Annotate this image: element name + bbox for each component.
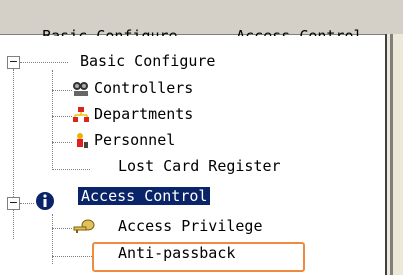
highlight-box xyxy=(92,242,305,272)
tree-line xyxy=(20,62,68,64)
key-icon xyxy=(73,219,95,233)
tree-node-basic-configure[interactable]: Basic Configure xyxy=(80,52,215,70)
tree-line xyxy=(52,228,72,230)
info-icon xyxy=(36,192,54,210)
tree-line xyxy=(52,142,72,144)
scrollbar[interactable] xyxy=(385,34,403,275)
controllers-icon xyxy=(73,82,88,96)
menubar: Basic Configure Access Control xyxy=(0,0,403,45)
personnel-icon xyxy=(77,133,88,148)
navigation-tree: − Basic Configure Controllers Department… xyxy=(0,36,387,275)
tree-line xyxy=(13,69,15,239)
collapse-icon-basic-configure[interactable]: − xyxy=(7,56,20,69)
tree-node-departments[interactable]: Departments xyxy=(94,105,193,123)
tree-line xyxy=(52,256,92,258)
tree-line xyxy=(52,90,72,92)
tree-node-controllers[interactable]: Controllers xyxy=(94,79,193,97)
tree-line xyxy=(20,203,34,205)
tree-node-personnel[interactable]: Personnel xyxy=(94,131,175,149)
tree-node-access-control[interactable]: Access Control xyxy=(78,187,211,205)
scrollbar-track xyxy=(390,34,393,275)
departments-icon xyxy=(73,107,89,122)
tree-line xyxy=(52,70,54,170)
tree-node-lost-card-register[interactable]: Lost Card Register xyxy=(118,157,281,175)
tree-line xyxy=(52,116,72,118)
tree-node-access-privilege[interactable]: Access Privilege xyxy=(118,217,263,235)
collapse-icon-access-control[interactable]: − xyxy=(7,197,20,210)
tree-line xyxy=(52,169,90,171)
